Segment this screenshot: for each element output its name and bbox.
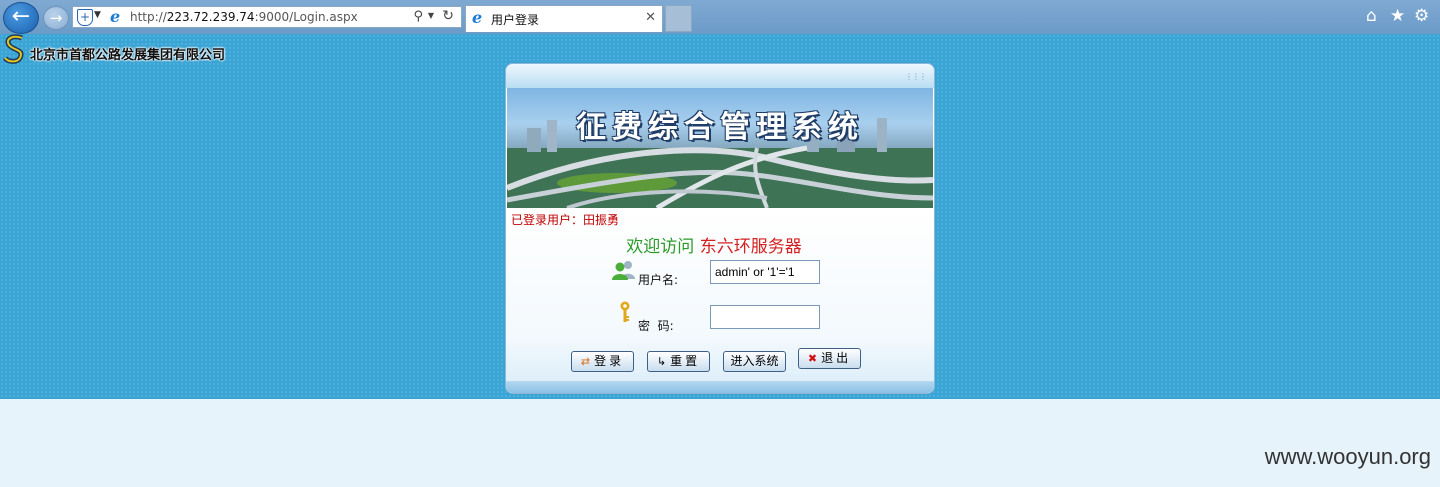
panel-footer [506,381,934,393]
gear-icon[interactable]: ⚙ [1414,6,1429,26]
password-label: 密 码: [638,319,674,333]
exit-button-label: 退出 [821,351,852,365]
welcome-server: 东六环服务器 [699,237,802,257]
reset-button[interactable]: ↳ 重置 [647,351,710,372]
back-arrow-icon: ← [11,4,31,29]
watermark: www.wooyun.org [1264,444,1431,469]
company-name: 北京市首都公路发展集团有限公司 [30,48,226,63]
enter-system-label: 进入系统 [730,354,779,368]
search-dropdown-icon[interactable]: ▼ [428,11,434,20]
login-button[interactable]: ⇄ 登录 [571,351,634,372]
shield-icon[interactable]: + [77,9,93,26]
url-host: 223.72.239.74 [166,10,255,24]
url-path: :9000/Login.aspx [254,10,358,24]
page-background: 北京市首都公路发展集团有限公司 ⋮⋮⋮ 征费综合管理系统 已登录用户：田振勇 欢… [0,34,1440,399]
search-icon[interactable]: ⚲ [413,9,423,24]
forward-button[interactable]: → [43,6,69,30]
username-input[interactable] [710,260,820,284]
refresh-arrows-icon: ⇄ [580,355,591,368]
reset-button-label: 重置 [670,354,701,368]
home-icon[interactable]: ⌂ [1366,6,1377,26]
browser-toolbar: ← → + ▼ e http://223.72.239.74:9000/Logi… [0,0,1440,35]
tab-user-login[interactable]: e 用户登录 ✕ [465,5,663,32]
close-tab-icon[interactable]: ✕ [645,10,656,25]
chevron-down-icon[interactable]: ▼ [94,10,101,20]
panel-header: ⋮⋮⋮ [506,64,934,88]
back-button[interactable]: ← [3,2,39,34]
banner-image: 征费综合管理系统 [507,88,933,208]
user-icon [612,261,635,280]
ie-logo-icon: e [110,7,121,26]
star-icon[interactable]: ★ [1390,6,1405,26]
grip-icon: ⋮⋮⋮ [905,72,927,81]
exit-button[interactable]: ✖ 退出 [798,348,861,369]
close-x-icon: ✖ [807,352,818,365]
login-form: 已登录用户：田振勇 欢迎访问 东六环服务器 用户名: 密 码: [506,208,934,393]
refresh-icon[interactable]: ↻ [442,8,454,24]
new-tab-button[interactable] [665,5,692,32]
forward-arrow-icon: → [49,9,63,27]
company-logo-icon [3,34,24,64]
logged-in-user: 已登录用户：田振勇 [511,213,620,227]
login-button-label: 登录 [594,354,625,368]
url-prefix: http:// [130,10,167,24]
welcome-prefix: 欢迎访问 [626,237,695,257]
password-input[interactable] [710,305,820,329]
enter-system-button[interactable]: 进入系统 [723,351,786,372]
url-text[interactable]: http://223.72.239.74:9000/Login.aspx [130,9,358,25]
address-bar[interactable]: + ▼ e http://223.72.239.74:9000/Login.as… [72,6,462,28]
reset-arrow-icon: ↳ [656,355,667,368]
ie-logo-icon: e [472,8,483,27]
tab-title: 用户登录 [491,13,540,27]
system-title: 征费综合管理系统 [576,110,864,145]
key-icon [620,301,630,322]
welcome-message: 欢迎访问 东六环服务器 [506,232,922,257]
login-panel: ⋮⋮⋮ 征费综合管理系统 已登录用户：田振勇 欢迎访问 东六环服务器 用户名: … [505,63,935,394]
username-label: 用户名: [638,273,679,287]
